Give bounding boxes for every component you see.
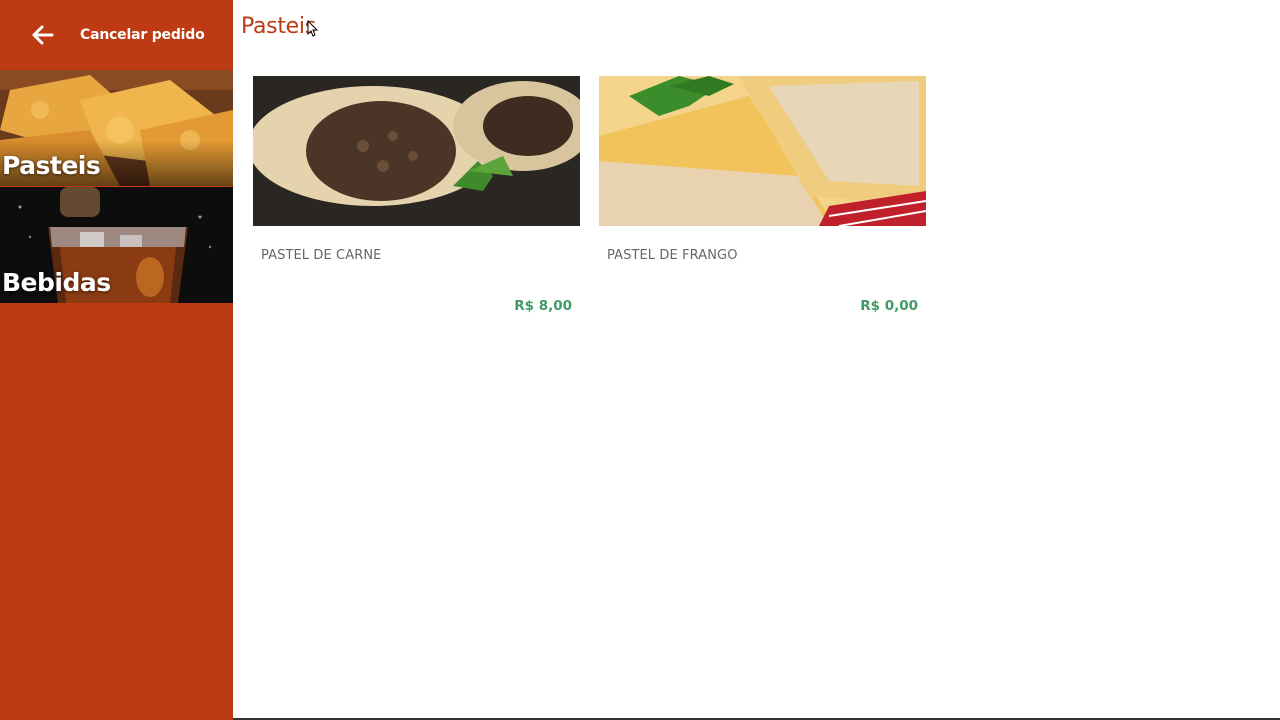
- product-price: R$ 8,00: [514, 298, 572, 314]
- category-pasteis[interactable]: Pasteis: [0, 70, 233, 186]
- sidebar-header: Cancelar pedido: [0, 0, 233, 70]
- arrow-left-icon: [32, 25, 54, 45]
- beef-pastel-photo: [253, 76, 580, 226]
- sidebar: Cancelar pedido Pasteis Bebidas: [0, 0, 233, 720]
- page-title: Pasteis: [241, 14, 316, 39]
- mouse-cursor-icon: [307, 20, 319, 37]
- product-name: PASTEL DE CARNE: [261, 248, 382, 263]
- product-card-carne[interactable]: PASTEL DE CARNE R$ 8,00: [253, 76, 580, 326]
- cancel-order-button[interactable]: Cancelar pedido: [80, 22, 205, 48]
- category-label: Pasteis: [2, 151, 101, 180]
- product-card-frango[interactable]: PASTEL DE FRANGO R$ 0,00: [599, 76, 926, 326]
- category-bebidas[interactable]: Bebidas: [0, 187, 233, 303]
- back-button[interactable]: [26, 18, 60, 52]
- category-label: Bebidas: [2, 268, 111, 297]
- product-price: R$ 0,00: [860, 298, 918, 314]
- product-name: PASTEL DE FRANGO: [607, 248, 738, 263]
- chicken-pastel-photo: [599, 76, 926, 226]
